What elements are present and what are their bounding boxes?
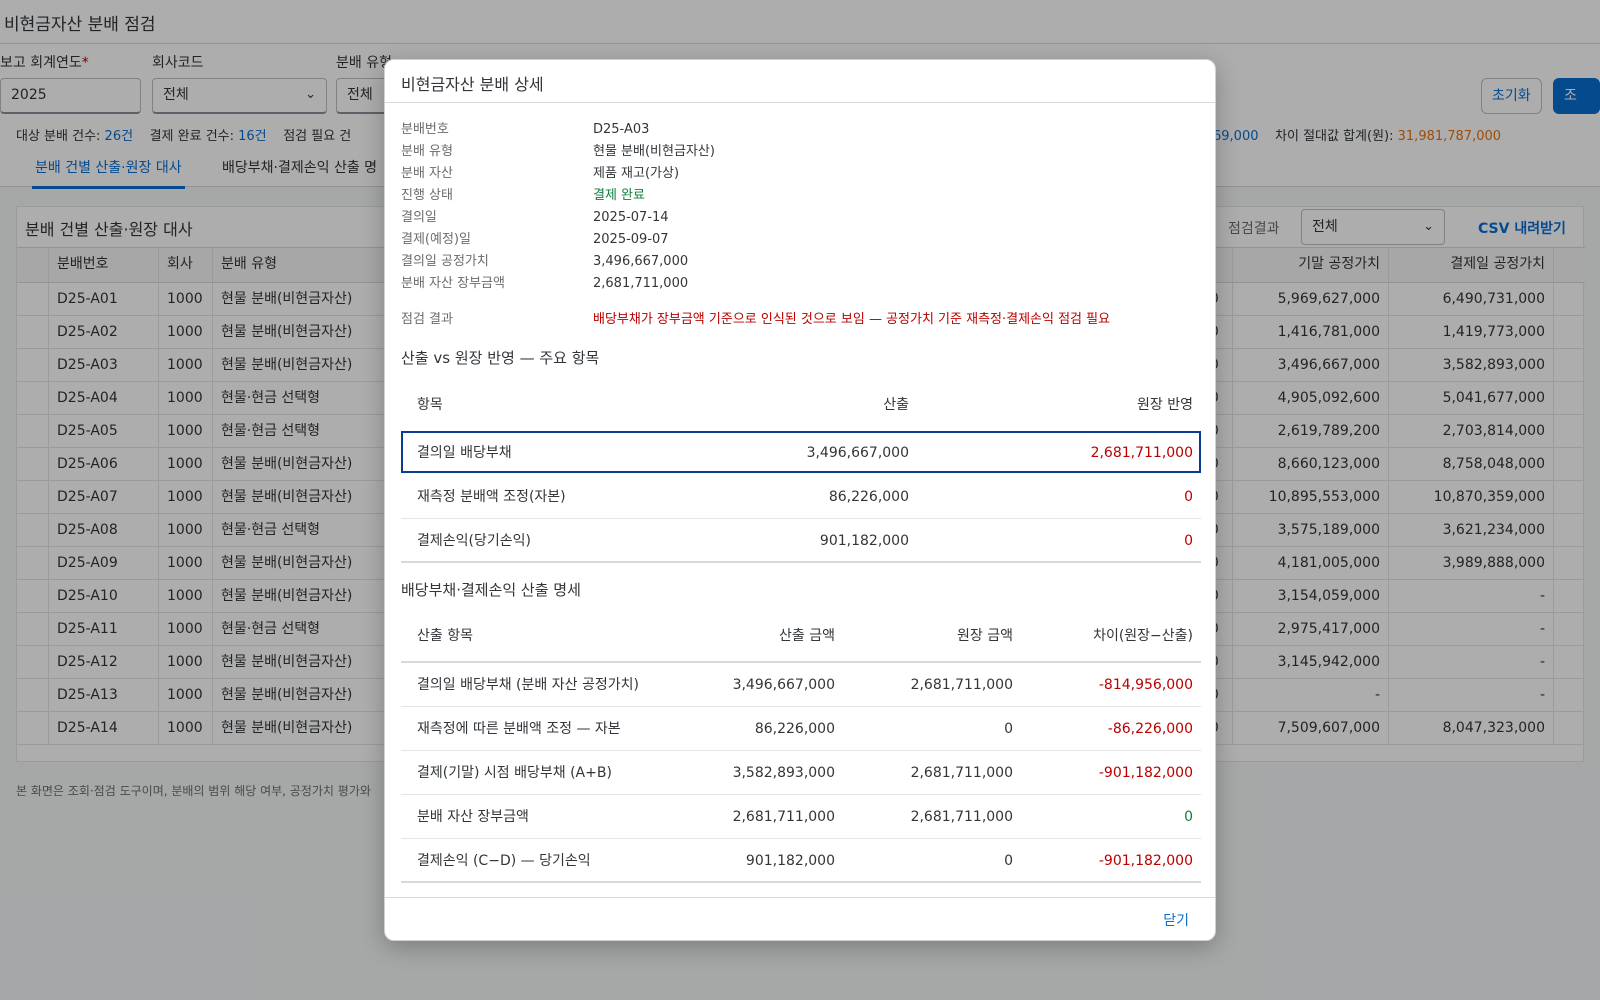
detail-calc: 3,496,667,000 [732,677,835,693]
summary-header-item: 항목 [417,397,443,413]
info-row: 분배 자산 장부금액 2,681,711,000 [401,273,1199,295]
info-row: 분배번호 D25-A03 [401,119,1199,141]
info-list: 분배번호 D25-A03 분배 유형 현물 분배(비현금자산) 분배 자산 제품 재고(가… [401,119,1199,295]
detail-diff: -901,182,000 [1098,765,1193,781]
summary-row[interactable]: 결의일 배당부채 3,496,667,000 2,681,711,000 [401,431,1201,473]
check-result-message: 배당부채가 장부금액 기준으로 인식된 것으로 보임 — 공정가치 기준 재측정… [593,312,1111,327]
distribution-detail-dialog: 비현금자산 분배 상세 분배번호 D25-A03 분배 유형 현물 분배(비현금자산)… [384,59,1216,941]
detail-calc: 2,681,711,000 [732,809,835,825]
detail-header-item: 산출 항목 [417,628,473,644]
detail-calc: 901,182,000 [745,853,835,869]
check-result-label: 점검 결과 [401,312,453,327]
info-label: 분배번호 [401,122,449,137]
detail-row: 결제손익 (C−D) — 당기손익 901,182,000 0 -901,182,00… [401,839,1201,883]
summary-table: 항목 산출 원장 반영 결의일 배당부채 3,496,667,000 2,681,7… [401,379,1201,563]
detail-header-diff: 차이(원장−산출) [1093,628,1193,644]
detail-item: 결제손익 (C−D) — 당기손익 [417,853,591,869]
detail-ledger: 0 [1004,721,1013,737]
summary-header-calc: 산출 [883,397,909,413]
info-value: D25-A03 [593,122,650,137]
summary-ledger: 2,681,711,000 [1090,445,1193,461]
summary-item: 결제손익(당기손익) [417,533,531,549]
detail-item: 재측정에 따른 분배액 조정 — 자본 [417,721,621,737]
detail-ledger: 2,681,711,000 [910,765,1013,781]
detail-header-ledger: 원장 금액 [957,628,1013,644]
detail-ledger: 2,681,711,000 [910,677,1013,693]
detail-diff: 0 [1184,809,1193,825]
dialog-footer: 닫기 [385,897,1215,940]
info-label: 결의일 공정가치 [401,254,489,269]
detail-row: 결의일 배당부채 (분배 자산 공정가치) 3,496,667,000 2,681,… [401,663,1201,707]
info-value: 결제 완료 [593,188,645,203]
info-row: 결의일 공정가치 3,496,667,000 [401,251,1199,273]
dialog-title: 비현금자산 분배 상세 [401,75,544,94]
summary-header-ledger: 원장 반영 [1137,397,1193,413]
summary-calc: 86,226,000 [828,489,909,505]
detail-row: 분배 자산 장부금액 2,681,711,000 2,681,711,000 0 [401,795,1201,839]
detail-ledger: 0 [1004,853,1013,869]
detail-ledger: 2,681,711,000 [910,809,1013,825]
summary-ledger: 0 [1184,533,1193,549]
section-summary-title: 산출 vs 원장 반영 — 주요 항목 [401,349,600,367]
summary-row[interactable]: 재측정 분배액 조정(자본) 86,226,000 0 [401,475,1201,519]
summary-calc: 3,496,667,000 [806,445,909,461]
info-value: 2025-07-14 [593,210,669,225]
dialog-body: 분배번호 D25-A03 분배 유형 현물 분배(비현금자산) 분배 자산 제품 재고(가… [385,103,1215,897]
info-row: 분배 유형 현물 분배(비현금자산) [401,141,1199,163]
info-value: 제품 재고(가상) [593,166,680,181]
check-result-row: 점검 결과 배당부채가 장부금액 기준으로 인식된 것으로 보임 — 공정가치 … [401,309,1199,331]
info-row: 결제(예정)일 2025-09-07 [401,229,1199,251]
info-label: 결제(예정)일 [401,232,471,247]
info-label: 분배 자산 장부금액 [401,276,505,291]
info-row: 진행 상태 결제 완료 [401,185,1199,207]
detail-item: 분배 자산 장부금액 [417,809,529,825]
detail-calc: 86,226,000 [754,721,835,737]
detail-diff: -901,182,000 [1098,853,1193,869]
close-button[interactable]: 닫기 [1163,910,1189,930]
info-value: 2,681,711,000 [593,276,689,291]
detail-calc: 3,582,893,000 [732,765,835,781]
info-label: 결의일 [401,210,437,225]
summary-calc: 901,182,000 [819,533,909,549]
info-row: 결의일 2025-07-14 [401,207,1199,229]
dialog-header: 비현금자산 분배 상세 [385,60,1215,103]
summary-row[interactable]: 결제손익(당기손익) 901,182,000 0 [401,519,1201,563]
summary-header-row: 항목 산출 원장 반영 [401,379,1201,431]
detail-header-calc: 산출 금액 [779,628,835,644]
info-label: 분배 자산 [401,166,453,181]
summary-item: 재측정 분배액 조정(자본) [417,489,566,505]
info-value: 현물 분배(비현금자산) [593,144,715,159]
detail-header-row: 산출 항목 산출 금액 원장 금액 차이(원장−산출) [401,611,1201,663]
detail-item: 결의일 배당부채 (분배 자산 공정가치) [417,677,639,693]
detail-diff: -814,956,000 [1098,677,1193,693]
detail-row: 재측정에 따른 분배액 조정 — 자본 86,226,000 0 -86,226,00… [401,707,1201,751]
section-detail-title: 배당부채·결제손익 산출 명세 [401,581,581,599]
detail-item: 결제(기말) 시점 배당부채 (A+B) [417,765,612,781]
detail-diff: -86,226,000 [1107,721,1193,737]
detail-table: 산출 항목 산출 금액 원장 금액 차이(원장−산출) 결의일 배당부채 (분배… [401,611,1201,883]
info-label: 분배 유형 [401,144,453,159]
summary-item: 결의일 배당부채 [417,445,512,461]
summary-ledger: 0 [1184,489,1193,505]
info-value: 2025-09-07 [593,232,669,247]
info-row: 분배 자산 제품 재고(가상) [401,163,1199,185]
info-value: 3,496,667,000 [593,254,689,269]
detail-row: 결제(기말) 시점 배당부채 (A+B) 3,582,893,000 2,681,7… [401,751,1201,795]
info-label: 진행 상태 [401,188,453,203]
